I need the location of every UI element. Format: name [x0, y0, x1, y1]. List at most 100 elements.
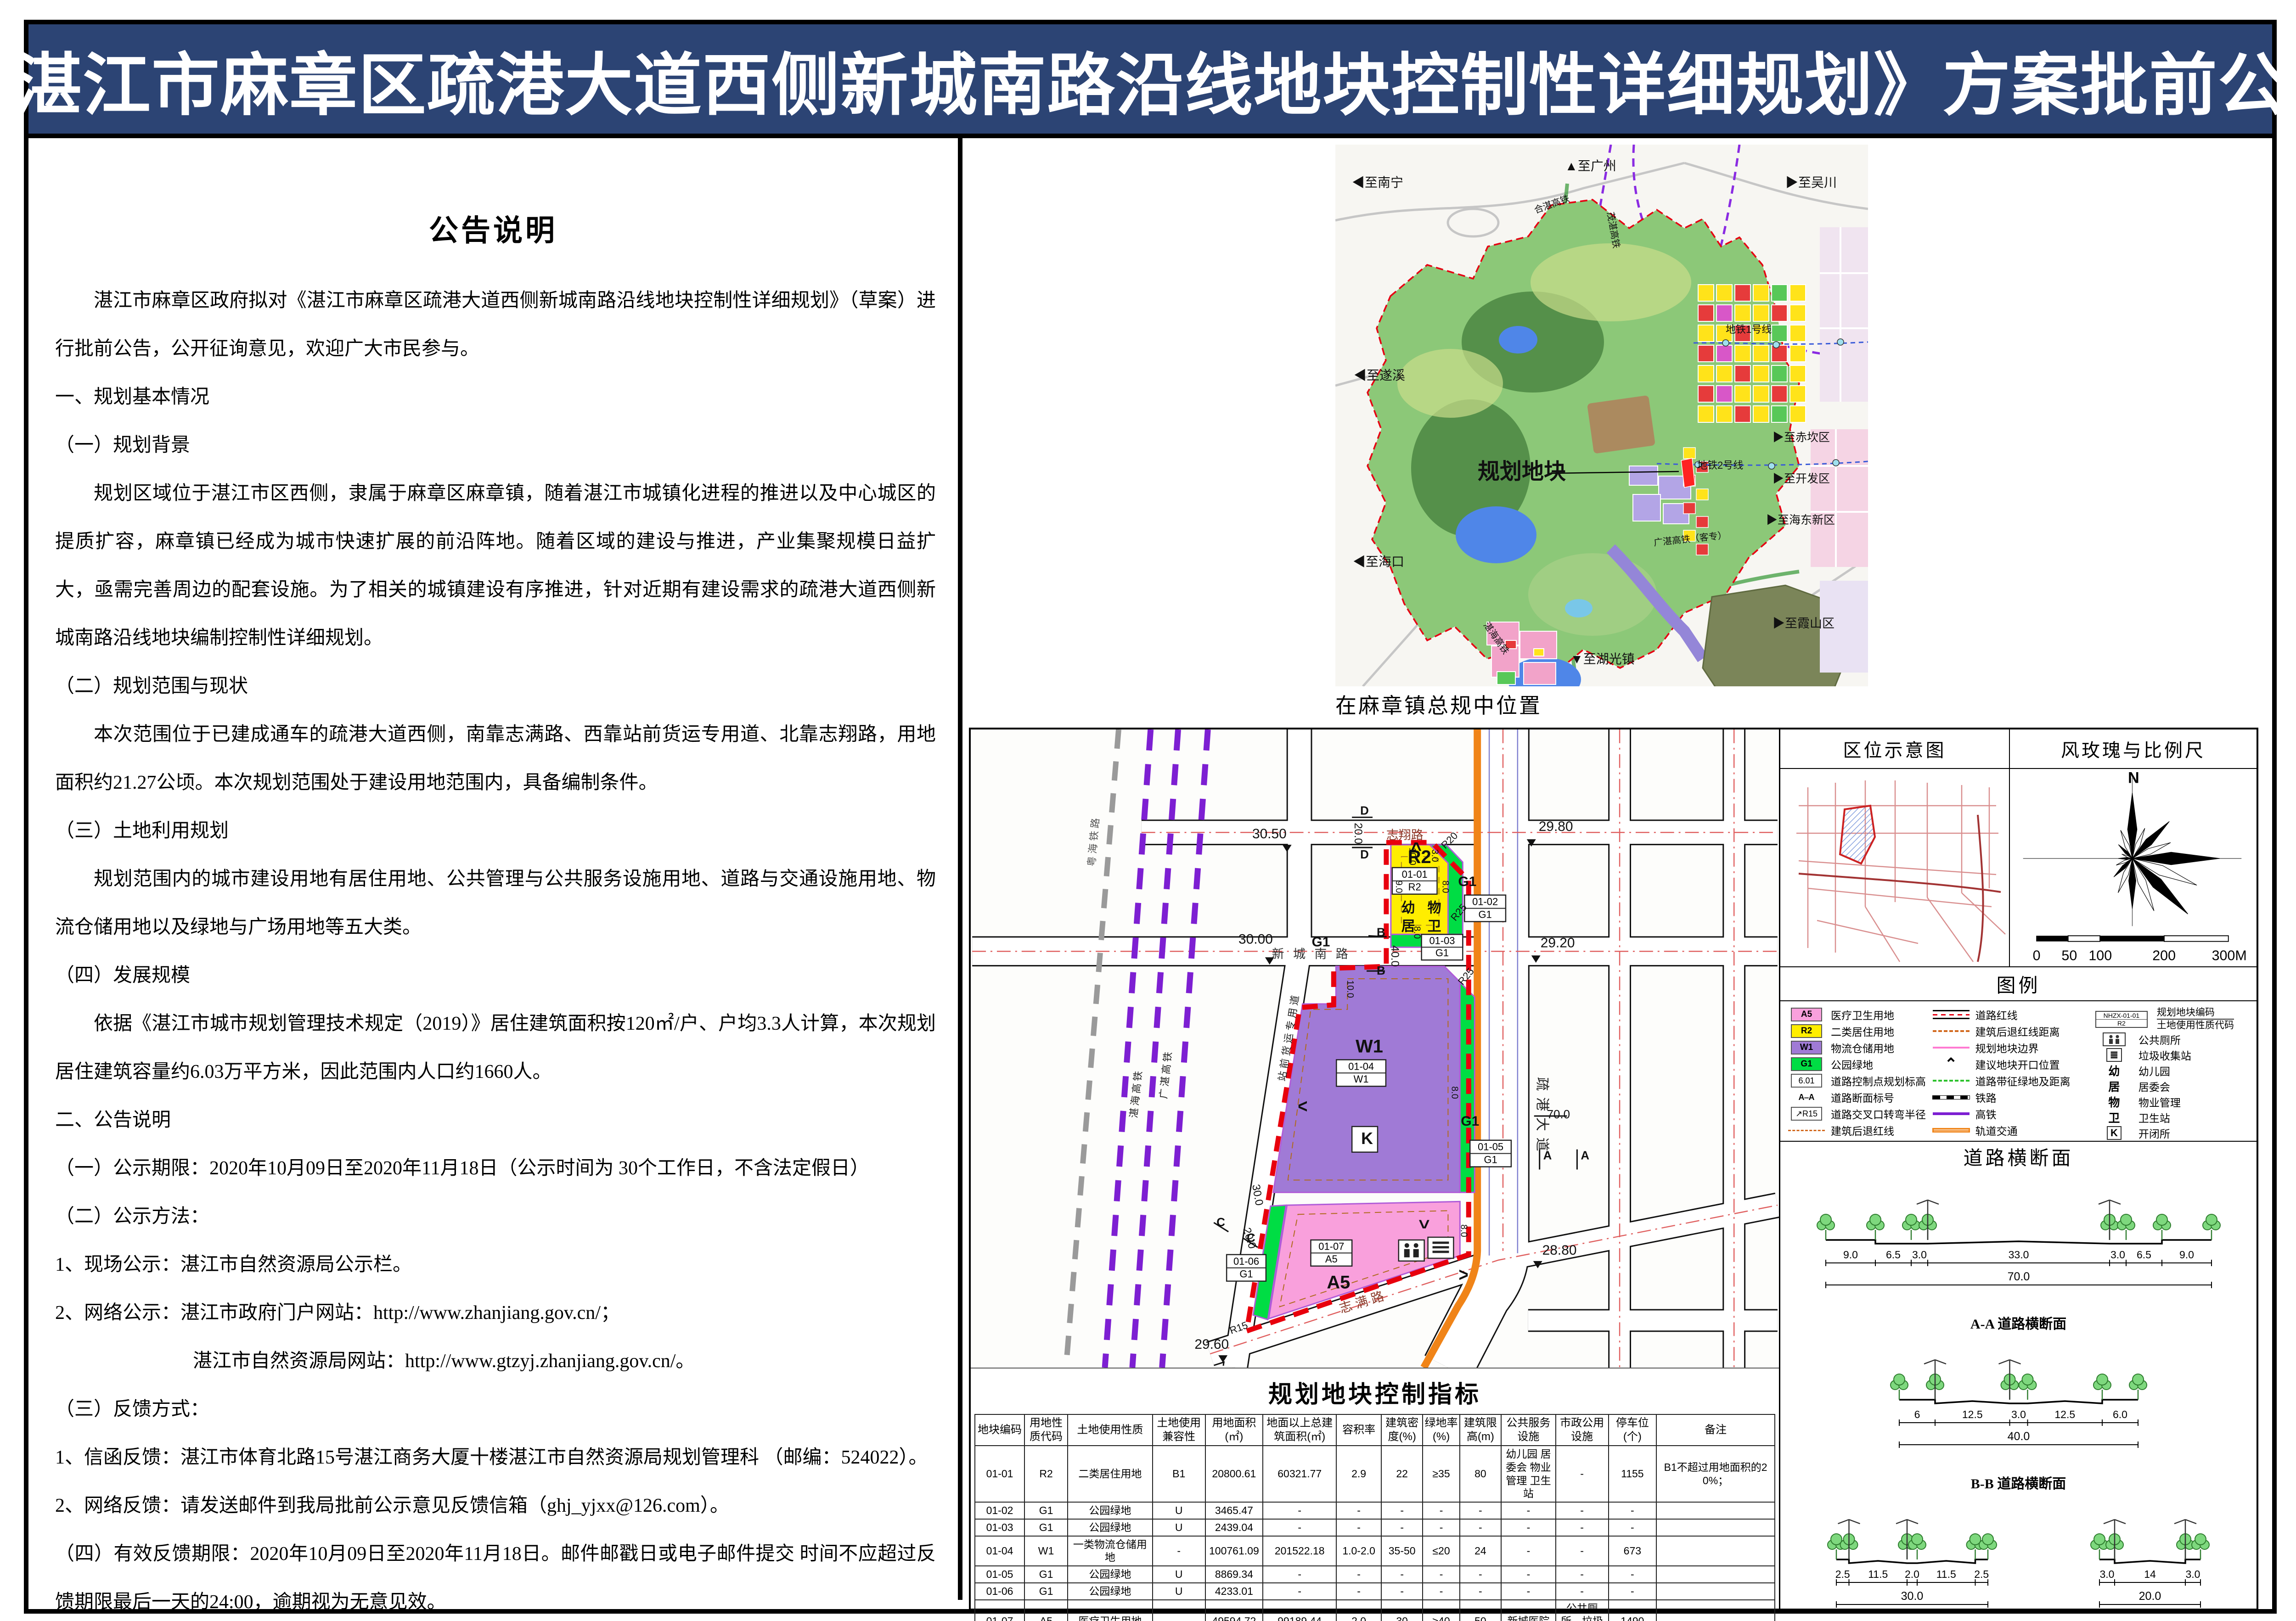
scale-bar: 0 50 100 200 300M [2033, 936, 2247, 963]
map-label: 10.0 [1345, 980, 1355, 998]
map-label: D [1360, 804, 1369, 817]
plot-code-text: 01-05 [1478, 1141, 1503, 1153]
legend-item-label: 道路交叉口转弯半径 [1831, 1106, 1926, 1122]
map-label: 40.0 [1389, 945, 1401, 967]
table-row: 01-04W1一类物流仓储用地-100761.09201522.181.0-2.… [975, 1536, 1775, 1566]
detail-map-svg: 01-01R201-02G101-03G101-04W101-05G101-06… [971, 729, 1779, 1368]
scale-label: 50 [2061, 948, 2077, 964]
table-cell: U [1153, 1502, 1205, 1519]
map-label: W1 [1356, 1036, 1383, 1056]
map-label: 70.0 [1547, 1108, 1570, 1121]
legend-item-label: 公园绿地 [1831, 1056, 1873, 1072]
table-header-cell: 用地性质代码 [1024, 1414, 1068, 1446]
facility-char-symbol: 幼 [2108, 1062, 2120, 1079]
map-label: 9.0 [1394, 881, 1404, 893]
table-header-cell: 备注 [1656, 1414, 1775, 1446]
section-dim: 11.5 [1936, 1568, 1956, 1580]
table-cell: R2 [1024, 1446, 1068, 1502]
section-dim: 3.0 [2110, 1249, 2125, 1261]
header-banner: 《湛江市麻章区疏港大道西侧新城南路沿线地块控制性详细规划》方案批前公告 [28, 24, 2272, 138]
road-section-svg: 3.0143.020.0 [2072, 1508, 2228, 1621]
page-title: 《湛江市麻章区疏港大道西侧新城南路沿线地块控制性详细规划》方案批前公告 [0, 30, 2296, 129]
map-label: ▶至霞山区 [1773, 617, 1835, 630]
table-cell: 01-03 [975, 1519, 1024, 1536]
section-dim: 6.0 [2113, 1408, 2127, 1420]
table-cell: 49594.72 [1205, 1600, 1263, 1621]
table-cell: 公园绿地 [1068, 1566, 1153, 1583]
location-sketch [1780, 769, 2010, 966]
legend-item-label: 规划地块编码 [2157, 1007, 2234, 1020]
legend-item-label: 道路带征绿地及距离 [1975, 1073, 2071, 1088]
table-cell: 01-04 [975, 1536, 1024, 1566]
map-label: ◀至海口 [1353, 555, 1404, 569]
notice-paragraph: 规划区域位于湛江市区西侧，隶属于麻章区麻章镇，随着湛江市城镇化进程的推进以及中心… [55, 470, 936, 662]
panel-titles-row: 区位示意图 风玫瑰与比例尺 [1780, 729, 2257, 769]
legend-item-label: 铁路 [1975, 1089, 1997, 1105]
legend-item: 铁路 [1931, 1089, 2094, 1105]
notice-paragraph: （四）有效反馈期限：2020年10月09日至2020年11月18日。邮件邮戳日或… [55, 1530, 936, 1621]
legend-item: 幼幼儿园 [2094, 1063, 2253, 1078]
table-cell: - [1556, 1583, 1609, 1600]
table-cell: 99189.44 [1263, 1600, 1336, 1621]
table-cell: - [1336, 1583, 1381, 1600]
map-label: 29.80 [1539, 819, 1573, 834]
table-header-cell: 土地使用性质 [1068, 1414, 1153, 1446]
scale-label: 100 [2088, 948, 2112, 964]
section-aa: 9.06.53.033.03.06.59.070.0A-A 道路横断面 [1780, 1189, 2257, 1333]
table-header-cell: 建筑密度(%) [1381, 1414, 1423, 1446]
table-cell: - [1381, 1583, 1423, 1600]
table-cell: - [1556, 1502, 1609, 1519]
table-row: 01-05G1公园绿地U8869.34-------- [975, 1566, 1775, 1583]
table-cell: - [1609, 1519, 1657, 1536]
road-redline-symbol [1933, 1010, 1970, 1019]
legend-item: 公共厕所 [2094, 1032, 2253, 1047]
plan-panel-left: 01-01R201-02G101-03G101-04W101-05G101-06… [971, 729, 1780, 1609]
legend-line-symbol [1933, 1080, 1970, 1082]
table-row: 01-03G1公园绿地U2439.04-------- [975, 1519, 1775, 1536]
plot-code-text: 01-03 [1429, 935, 1455, 946]
table-cell: 30 [1381, 1600, 1423, 1621]
map-label: ^ [1411, 838, 1422, 860]
rose-petals [2114, 793, 2220, 914]
scale-label: 300M [2212, 948, 2247, 964]
legend-item-label: 二类居住用地 [1831, 1023, 1894, 1039]
legend-item-label: 土地使用性质代码 [2157, 1020, 2234, 1032]
table-cell: - [1423, 1502, 1459, 1519]
legend-item-label: 卫生站 [2138, 1110, 2170, 1125]
table-header-cell: 停车位(个) [1609, 1414, 1657, 1446]
legend-item-label: 道路控制点规划标高 [1831, 1073, 1926, 1088]
notice-paragraph: （三）土地利用规划 [55, 807, 936, 855]
table-cell: 幼儿园 居委会 物业管理 卫生站 [1501, 1446, 1555, 1502]
legend-item-label: 道路断面标号 [1831, 1089, 1894, 1105]
metro-symbol [1932, 1128, 1970, 1133]
plot-code-text: 01-01 [1402, 869, 1428, 880]
table-cell: - [1556, 1446, 1609, 1502]
table-header-cell: 用地面积(㎡) [1205, 1414, 1263, 1446]
table-cell: 50 [1460, 1600, 1502, 1621]
legend-item-label: 高铁 [1975, 1106, 1997, 1122]
facility-char-symbol: 卫 [2108, 1109, 2120, 1126]
sketch-plot [1840, 806, 1875, 864]
table-cell: - [1153, 1600, 1205, 1621]
map-label: ▶至海东新区 [1766, 514, 1835, 527]
road-section-svg: 9.06.53.033.03.06.59.070.0 [1798, 1189, 2239, 1312]
table-cell: G1 [1024, 1566, 1068, 1583]
section-dim: 3.0 [2100, 1568, 2115, 1580]
notice-paragraph: 2、网络反馈：请发送邮件到我局批前公示意见反馈信箱（ghj_yjxx@126.c… [55, 1482, 936, 1530]
legend-line-symbol [1788, 1130, 1825, 1131]
table-cell: 4233.01 [1205, 1583, 1263, 1600]
plot-code-text: G1 [1484, 1154, 1497, 1166]
overview-map-caption: 在麻章镇总规中位置 [1335, 689, 1542, 719]
indicator-table: 地块编码用地性质代码土地使用性质土地使用兼容性用地面积(㎡)地面以上总建筑面积(… [974, 1414, 1775, 1621]
table-cell: 60321.77 [1263, 1446, 1336, 1502]
plot-code-text: G1 [1479, 909, 1492, 920]
table-cell: - [1336, 1566, 1381, 1583]
table-row: 01-07A5医疗卫生用地-49594.7299189.442.030≥4050… [975, 1600, 1775, 1621]
table-cell: - [1423, 1566, 1459, 1583]
map-label: 20.0 [1352, 823, 1364, 844]
notice-paragraph: （二）规划范围与现状 [55, 662, 936, 711]
notice-paragraph: （四）发展规模 [55, 952, 936, 1000]
table-cell: - [1381, 1566, 1423, 1583]
table-cell: - [1153, 1536, 1205, 1566]
table-header-cell: 土地使用兼容性 [1153, 1414, 1205, 1446]
